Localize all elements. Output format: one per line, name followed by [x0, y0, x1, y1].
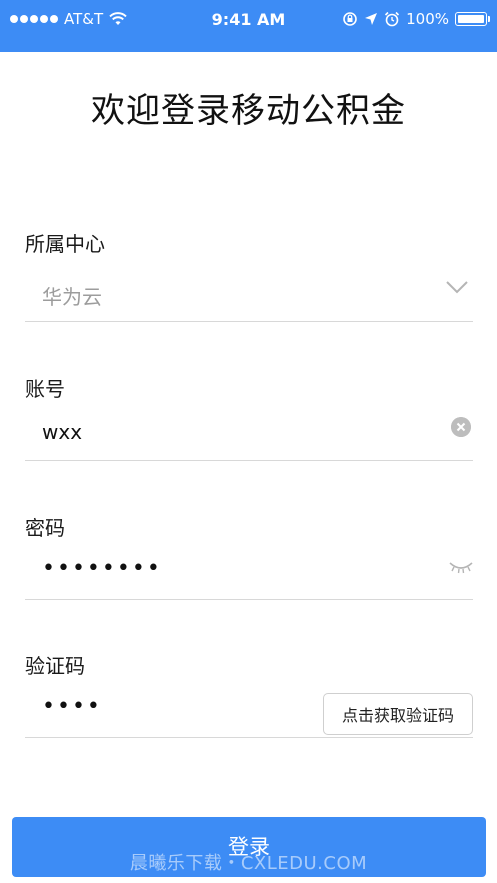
- eye-closed-icon[interactable]: [449, 560, 473, 574]
- wifi-icon: [109, 12, 127, 25]
- get-captcha-button[interactable]: 点击获取验证码: [323, 693, 473, 735]
- battery-percent: 100%: [406, 10, 449, 28]
- password-input[interactable]: ••••••••: [25, 544, 473, 600]
- clear-circle-icon[interactable]: [451, 417, 471, 437]
- password-value: ••••••••: [42, 556, 162, 581]
- captcha-input[interactable]: •••• 点击获取验证码: [25, 682, 473, 738]
- location-arrow-icon: [365, 13, 378, 25]
- center-label: 所属中心: [25, 232, 105, 256]
- status-bar-left: AT&T: [10, 10, 127, 28]
- page-title: 欢迎登录移动公积金: [91, 91, 406, 131]
- login-screen: AT&T 9:41 AM 100% 欢迎登录移动公积金 所属中心 华为云 账号 …: [0, 0, 497, 883]
- status-bar-right: 100%: [342, 10, 490, 28]
- carrier-label: AT&T: [64, 10, 104, 28]
- account-label: 账号: [25, 377, 65, 401]
- password-label: 密码: [25, 516, 65, 540]
- chevron-down-icon: [446, 281, 468, 294]
- center-value: 华为云: [42, 285, 102, 309]
- signal-dots-icon: [10, 15, 58, 23]
- account-value: wxx: [42, 420, 83, 444]
- battery-icon: [455, 12, 490, 26]
- status-bar: AT&T 9:41 AM 100%: [0, 0, 497, 52]
- rotation-lock-icon: [343, 12, 357, 26]
- center-select[interactable]: 华为云: [25, 266, 473, 322]
- alarm-clock-icon: [385, 11, 400, 27]
- login-button[interactable]: 登录: [12, 817, 486, 877]
- account-input[interactable]: wxx: [25, 405, 473, 461]
- captcha-value: ••••: [42, 694, 102, 719]
- captcha-label: 验证码: [25, 654, 85, 678]
